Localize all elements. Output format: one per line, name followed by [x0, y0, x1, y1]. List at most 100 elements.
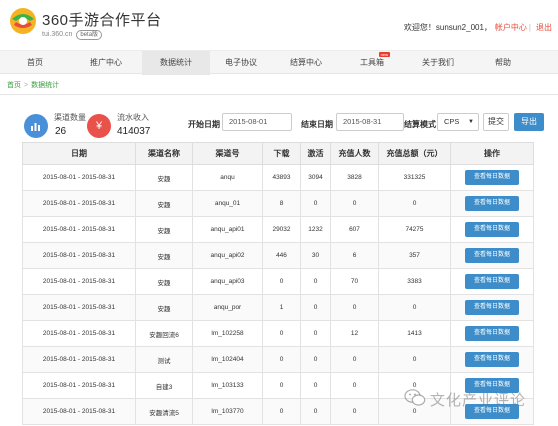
360-logo-icon[interactable]	[8, 6, 38, 36]
start-date-input[interactable]: 2015-08-01	[222, 113, 292, 131]
logout-link[interactable]: 退出	[536, 23, 552, 32]
main-nav: 首页 推广中心 数据统计 电子协议 结算中心 工具箱 new 关于我们 帮助	[0, 50, 558, 75]
view-daily-data-button[interactable]: 查看每日数据	[465, 326, 519, 341]
breadcrumb-home[interactable]: 首页	[7, 82, 21, 89]
cell-activations: 1232	[300, 216, 331, 243]
cell-recharge-total: 357	[378, 242, 451, 269]
cell-channel-name: 测试	[135, 346, 193, 373]
view-daily-data-button[interactable]: 查看每日数据	[465, 274, 519, 289]
cell-action: 查看每日数据	[450, 346, 534, 373]
cell-activations: 0	[300, 294, 331, 321]
col-header-action: 操作	[450, 142, 534, 165]
col-header-date[interactable]: 日期	[22, 142, 136, 165]
user-bar-separator: |	[528, 23, 531, 32]
view-daily-data-button[interactable]: 查看每日数据	[465, 248, 519, 263]
cell-recharge-total: 1413	[378, 320, 451, 347]
view-daily-data-button[interactable]: 查看每日数据	[465, 352, 519, 367]
cell-activations: 0	[300, 320, 331, 347]
cell-channel-name: 安趣	[135, 190, 193, 217]
cell-recharge-total: 0	[378, 294, 451, 321]
cell-date: 2015-08-01 - 2015-08-31	[22, 372, 136, 399]
col-header-downloads[interactable]: 下载	[262, 142, 301, 165]
cell-channel-id: anqu_api03	[192, 268, 263, 295]
cell-date: 2015-08-01 - 2015-08-31	[22, 346, 136, 373]
col-header-channel-id[interactable]: 渠道号	[192, 142, 263, 165]
cell-channel-name: 安趣	[135, 216, 193, 243]
breadcrumb-divider	[0, 94, 558, 95]
cell-channel-id: lm_103133	[192, 372, 263, 399]
export-button[interactable]: 导出	[514, 113, 544, 131]
view-daily-data-button[interactable]: 查看每日数据	[465, 300, 519, 315]
table-row: 2015-08-01 - 2015-08-31 安趣 anqu_api01 29032…	[22, 216, 534, 243]
view-daily-data-button[interactable]: 查看每日数据	[465, 196, 519, 211]
cell-channel-id: lm_102258	[192, 320, 263, 347]
cell-downloads: 0	[262, 346, 301, 373]
cell-downloads: 0	[262, 398, 301, 425]
end-date-label: 结束日期	[301, 120, 333, 129]
submit-button[interactable]: 提交	[483, 113, 509, 131]
nav-item-help[interactable]: 帮助	[472, 51, 534, 75]
cell-activations: 0	[300, 372, 331, 399]
nav-item-home[interactable]: 首页	[0, 51, 70, 75]
cell-payers: 6	[330, 242, 379, 269]
cell-activations: 0	[300, 398, 331, 425]
cell-payers: 0	[330, 346, 379, 373]
breadcrumb: 首页 > 数据统计	[7, 80, 59, 90]
brand-title: 360手游合作平台	[42, 12, 162, 29]
cell-activations: 0	[300, 190, 331, 217]
nav-item-toolbox[interactable]: 工具箱 new	[340, 51, 404, 75]
nav-item-settlement[interactable]: 结算中心	[272, 51, 340, 75]
cell-action: 查看每日数据	[450, 242, 534, 269]
settlement-mode-value: CPS	[444, 117, 460, 126]
revenue-value: 414037	[117, 126, 151, 137]
cell-date: 2015-08-01 - 2015-08-31	[22, 294, 136, 321]
cell-downloads: 0	[262, 320, 301, 347]
settlement-mode-select[interactable]: CPS ▼	[437, 113, 479, 131]
cell-downloads: 43893	[262, 164, 301, 191]
table-header-row: 日期 渠道名称 渠道号 下载 激活 充值人数 充值总额（元） 操作	[22, 142, 534, 165]
cell-channel-id: anqu	[192, 164, 263, 191]
end-date-input[interactable]: 2015-08-31	[336, 113, 404, 131]
cell-action: 查看每日数据	[450, 190, 534, 217]
col-header-recharge-total[interactable]: 充值总额（元）	[378, 142, 451, 165]
bar-chart-icon	[24, 114, 48, 138]
table-row: 2015-08-01 - 2015-08-31 安趣 anqu_por 1 0 0 0 查看每…	[22, 294, 534, 321]
welcome-text: 欢迎您！sunsun2_001，	[403, 23, 492, 32]
revenue-label: 流水收入	[117, 113, 149, 122]
cell-payers: 0	[330, 372, 379, 399]
account-center-link[interactable]: 帐户中心	[495, 23, 527, 32]
cell-activations: 0	[300, 268, 331, 295]
cell-recharge-total: 0	[378, 190, 451, 217]
cell-channel-id: anqu_api01	[192, 216, 263, 243]
table-row: 2015-08-01 - 2015-08-31 安趣 anqu_api02 446 30…	[22, 242, 534, 269]
chevron-down-icon: ▼	[468, 119, 474, 125]
nav-item-agreement[interactable]: 电子协议	[210, 51, 272, 75]
cell-recharge-total: 331325	[378, 164, 451, 191]
user-bar: 欢迎您！sunsun2_001， 帐户中心 | 退出	[404, 22, 552, 33]
nav-item-about[interactable]: 关于我们	[404, 51, 472, 75]
cell-channel-name: 安趣	[135, 164, 193, 191]
cell-payers: 0	[330, 294, 379, 321]
cell-date: 2015-08-01 - 2015-08-31	[22, 242, 136, 269]
view-daily-data-button[interactable]: 查看每日数据	[465, 170, 519, 185]
table-row: 2015-08-01 - 2015-08-31 安趣 anqu 43893 3094 38…	[22, 164, 534, 191]
cell-payers: 12	[330, 320, 379, 347]
cell-channel-name: 安趣	[135, 242, 193, 269]
cell-payers: 0	[330, 190, 379, 217]
breadcrumb-current: 数据统计	[31, 82, 60, 89]
col-header-channel-name[interactable]: 渠道名称	[135, 142, 193, 165]
col-header-activations[interactable]: 激活	[300, 142, 331, 165]
nav-item-promotion[interactable]: 推广中心	[70, 51, 142, 75]
view-daily-data-button[interactable]: 查看每日数据	[465, 222, 519, 237]
settlement-mode-label: 结算模式	[404, 120, 436, 129]
nav-item-statistics[interactable]: 数据统计	[142, 51, 210, 75]
brand-url: tui.360.cn beta版	[42, 30, 103, 40]
cell-recharge-total: 74275	[378, 216, 451, 243]
col-header-payers[interactable]: 充值人数	[330, 142, 379, 165]
cell-payers: 3828	[330, 164, 379, 191]
beta-badge: beta版	[76, 30, 103, 40]
cell-payers: 607	[330, 216, 379, 243]
cell-channel-id: anqu_01	[192, 190, 263, 217]
table-row: 2015-08-01 - 2015-08-31 安趣 anqu_api03 0 0 70 3…	[22, 268, 534, 295]
top-header: 360手游合作平台 tui.360.cn beta版 欢迎您！sunsun2_00…	[0, 0, 558, 48]
